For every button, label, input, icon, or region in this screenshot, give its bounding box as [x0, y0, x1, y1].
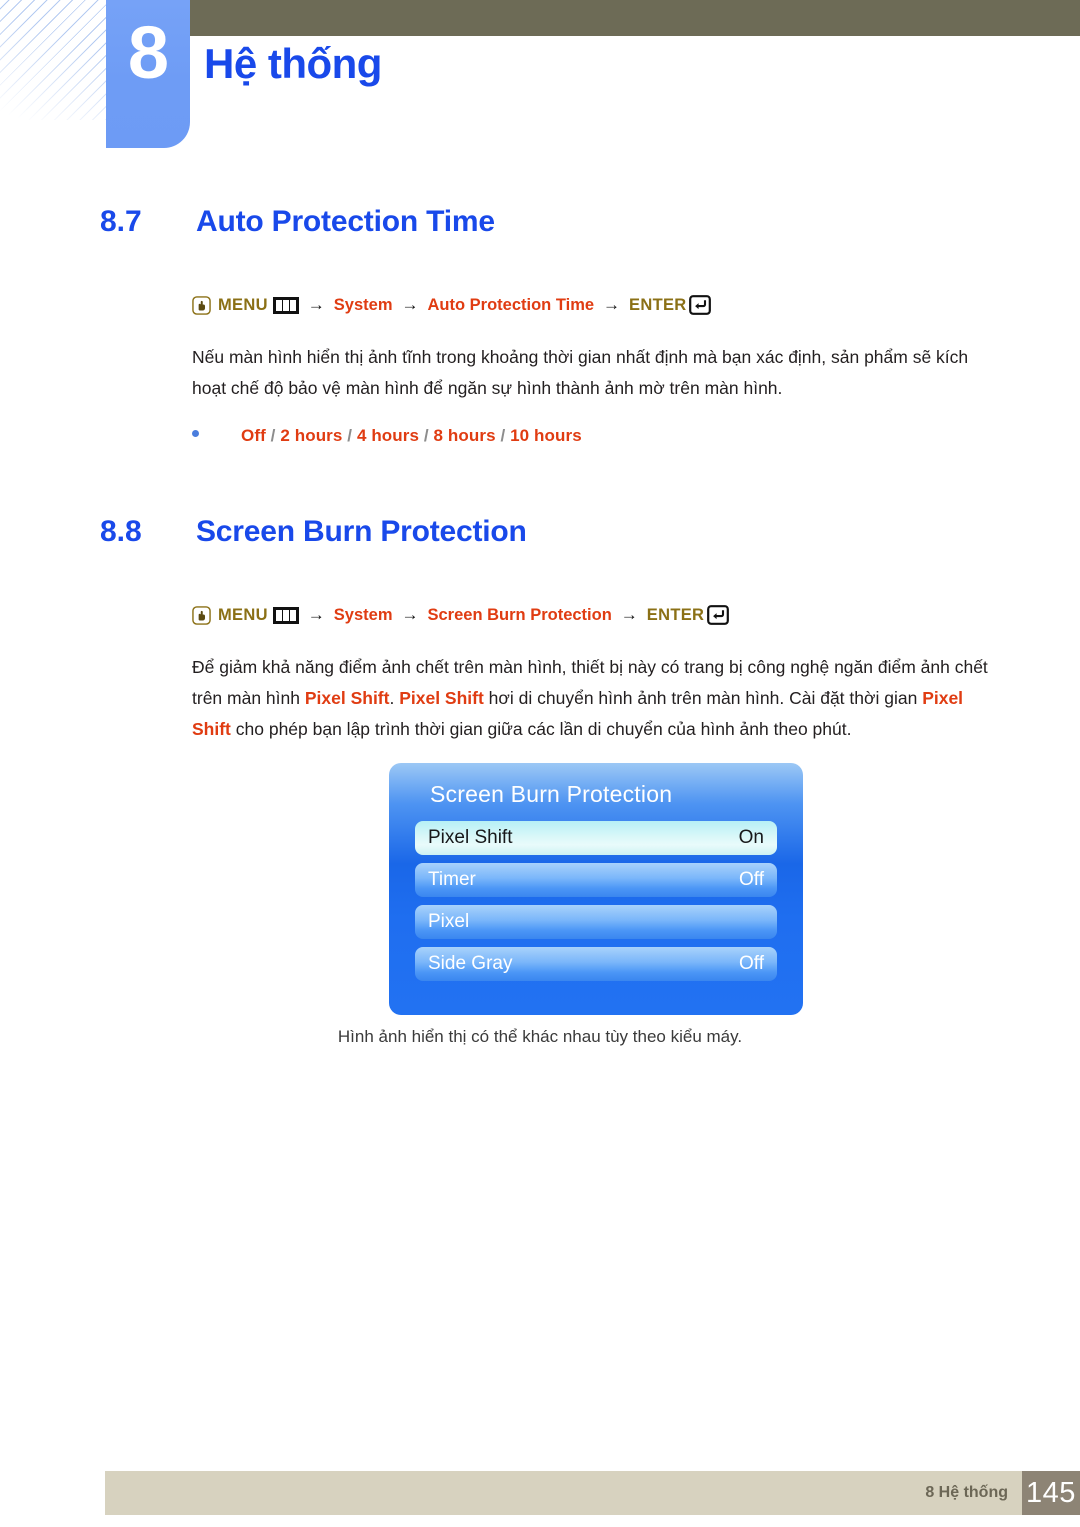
option-value: 4 hours — [356, 426, 420, 445]
chapter-number: 8 — [127, 11, 169, 94]
paragraph-text: . — [389, 688, 400, 708]
breadcrumb-item-auto-protection-time: Auto Protection Time — [427, 295, 595, 314]
breadcrumb-arrow-1: → — [307, 295, 325, 314]
option-value: 2 hours — [280, 426, 343, 445]
osd-row-list: Pixel Shift On Timer Off Pixel Side Gray Off — [415, 821, 777, 981]
breadcrumb-menu-label: MENU — [218, 295, 268, 314]
osd-screen-burn-protection-panel: Screen Burn Protection Pixel Shift On Time… — [389, 763, 803, 1015]
section-paragraph: Nếu màn hình hiển thị ảnh tĩnh trong kho… — [192, 347, 969, 398]
option-value: 10 hours — [510, 426, 582, 445]
section-auto-protection-time: 8.7 Auto Protection Time MENU → System →… — [0, 205, 1080, 446]
section-number: 8.7 — [100, 205, 142, 238]
paragraph-text: hơi di chuyển hình ảnh trên màn hình. Cà… — [483, 688, 923, 708]
breadcrumb: MENU → System → Screen Burn Protection →… — [0, 605, 1080, 625]
section-screen-burn-protection: 8.8 Screen Burn Protection MENU → System… — [0, 515, 1080, 745]
osd-row-value: On — [738, 827, 764, 848]
section-title: Auto Protection Time — [196, 205, 495, 238]
osd-row[interactable]: Pixel Shift On — [415, 821, 777, 855]
osd-row-label: Pixel — [428, 911, 470, 932]
section-heading: 8.7 Auto Protection Time — [0, 205, 1080, 239]
enter-return-icon — [707, 605, 730, 625]
header-olive-bar — [190, 0, 1080, 36]
breadcrumb-enter-label: ENTER — [646, 605, 705, 624]
breadcrumb-item-system: System — [333, 605, 393, 624]
options-list: Off / 2 hours / 4 hours / 8 hours / 10 h… — [241, 426, 582, 446]
section-title: Screen Burn Protection — [196, 515, 527, 548]
section-paragraph: Để giảm khả năng điểm ảnh chết trên màn … — [0, 652, 1080, 745]
breadcrumb-item-system: System — [333, 295, 393, 314]
emphasis-term: Pixel Shift — [304, 688, 390, 708]
emphasis-term: Pixel Shift — [399, 688, 484, 708]
option-value: 8 hours — [433, 426, 496, 445]
osd-row[interactable]: Pixel — [415, 905, 777, 939]
breadcrumb-arrow-2: → — [401, 605, 419, 624]
option-separator: / — [342, 426, 357, 445]
option-separator: / — [495, 426, 511, 445]
osd-row-label: Pixel Shift — [428, 827, 513, 848]
bullet-dot-icon — [192, 430, 199, 437]
osd-caption: Hình ảnh hiển thị có thể khác nhau tùy t… — [337, 1027, 743, 1046]
breadcrumb-arrow-3: → — [603, 295, 621, 314]
section-heading: 8.8 Screen Burn Protection — [0, 515, 1080, 549]
osd-row[interactable]: Side Gray Off — [415, 947, 777, 981]
osd-row[interactable]: Timer Off — [415, 863, 777, 897]
option-separator: / — [265, 426, 281, 445]
breadcrumb: MENU → System → Auto Protection Time → E… — [0, 295, 1080, 315]
page-footer: 8 Hệ thống 145 — [105, 1471, 1080, 1515]
menu-bars-icon — [272, 296, 299, 314]
section-number: 8.8 — [100, 515, 142, 548]
osd-row-label: Side Gray — [428, 953, 513, 974]
chapter-tab: 8 — [106, 0, 190, 148]
osd-panel-title: Screen Burn Protection — [430, 781, 673, 807]
options-bullet-row: Off / 2 hours / 4 hours / 8 hours / 10 h… — [0, 426, 1080, 446]
hand-press-icon — [192, 605, 211, 625]
osd-row-value: Off — [739, 953, 764, 974]
breadcrumb-arrow-3: → — [620, 605, 638, 624]
page-number: 145 — [1022, 1471, 1080, 1515]
footer-chapter-label: 8 Hệ thống — [925, 1484, 1008, 1501]
breadcrumb-arrow-1: → — [307, 605, 325, 624]
breadcrumb-enter-label: ENTER — [629, 295, 687, 314]
decorative-hatch-fade — [0, 0, 106, 120]
chapter-title: Hệ thống — [204, 40, 382, 87]
option-value: Off — [241, 426, 266, 445]
osd-row-value: Off — [739, 869, 764, 890]
enter-return-icon — [689, 295, 712, 315]
osd-row-label: Timer — [428, 869, 476, 890]
breadcrumb-arrow-2: → — [401, 295, 419, 314]
breadcrumb-menu-label: MENU — [218, 605, 268, 624]
breadcrumb-item-screen-burn-protection: Screen Burn Protection — [427, 605, 612, 624]
option-separator: / — [419, 426, 434, 445]
hand-press-icon — [192, 295, 211, 315]
menu-bars-icon — [272, 606, 299, 624]
paragraph-text: cho phép bạn lập trình thời gian giữa cá… — [230, 719, 852, 739]
